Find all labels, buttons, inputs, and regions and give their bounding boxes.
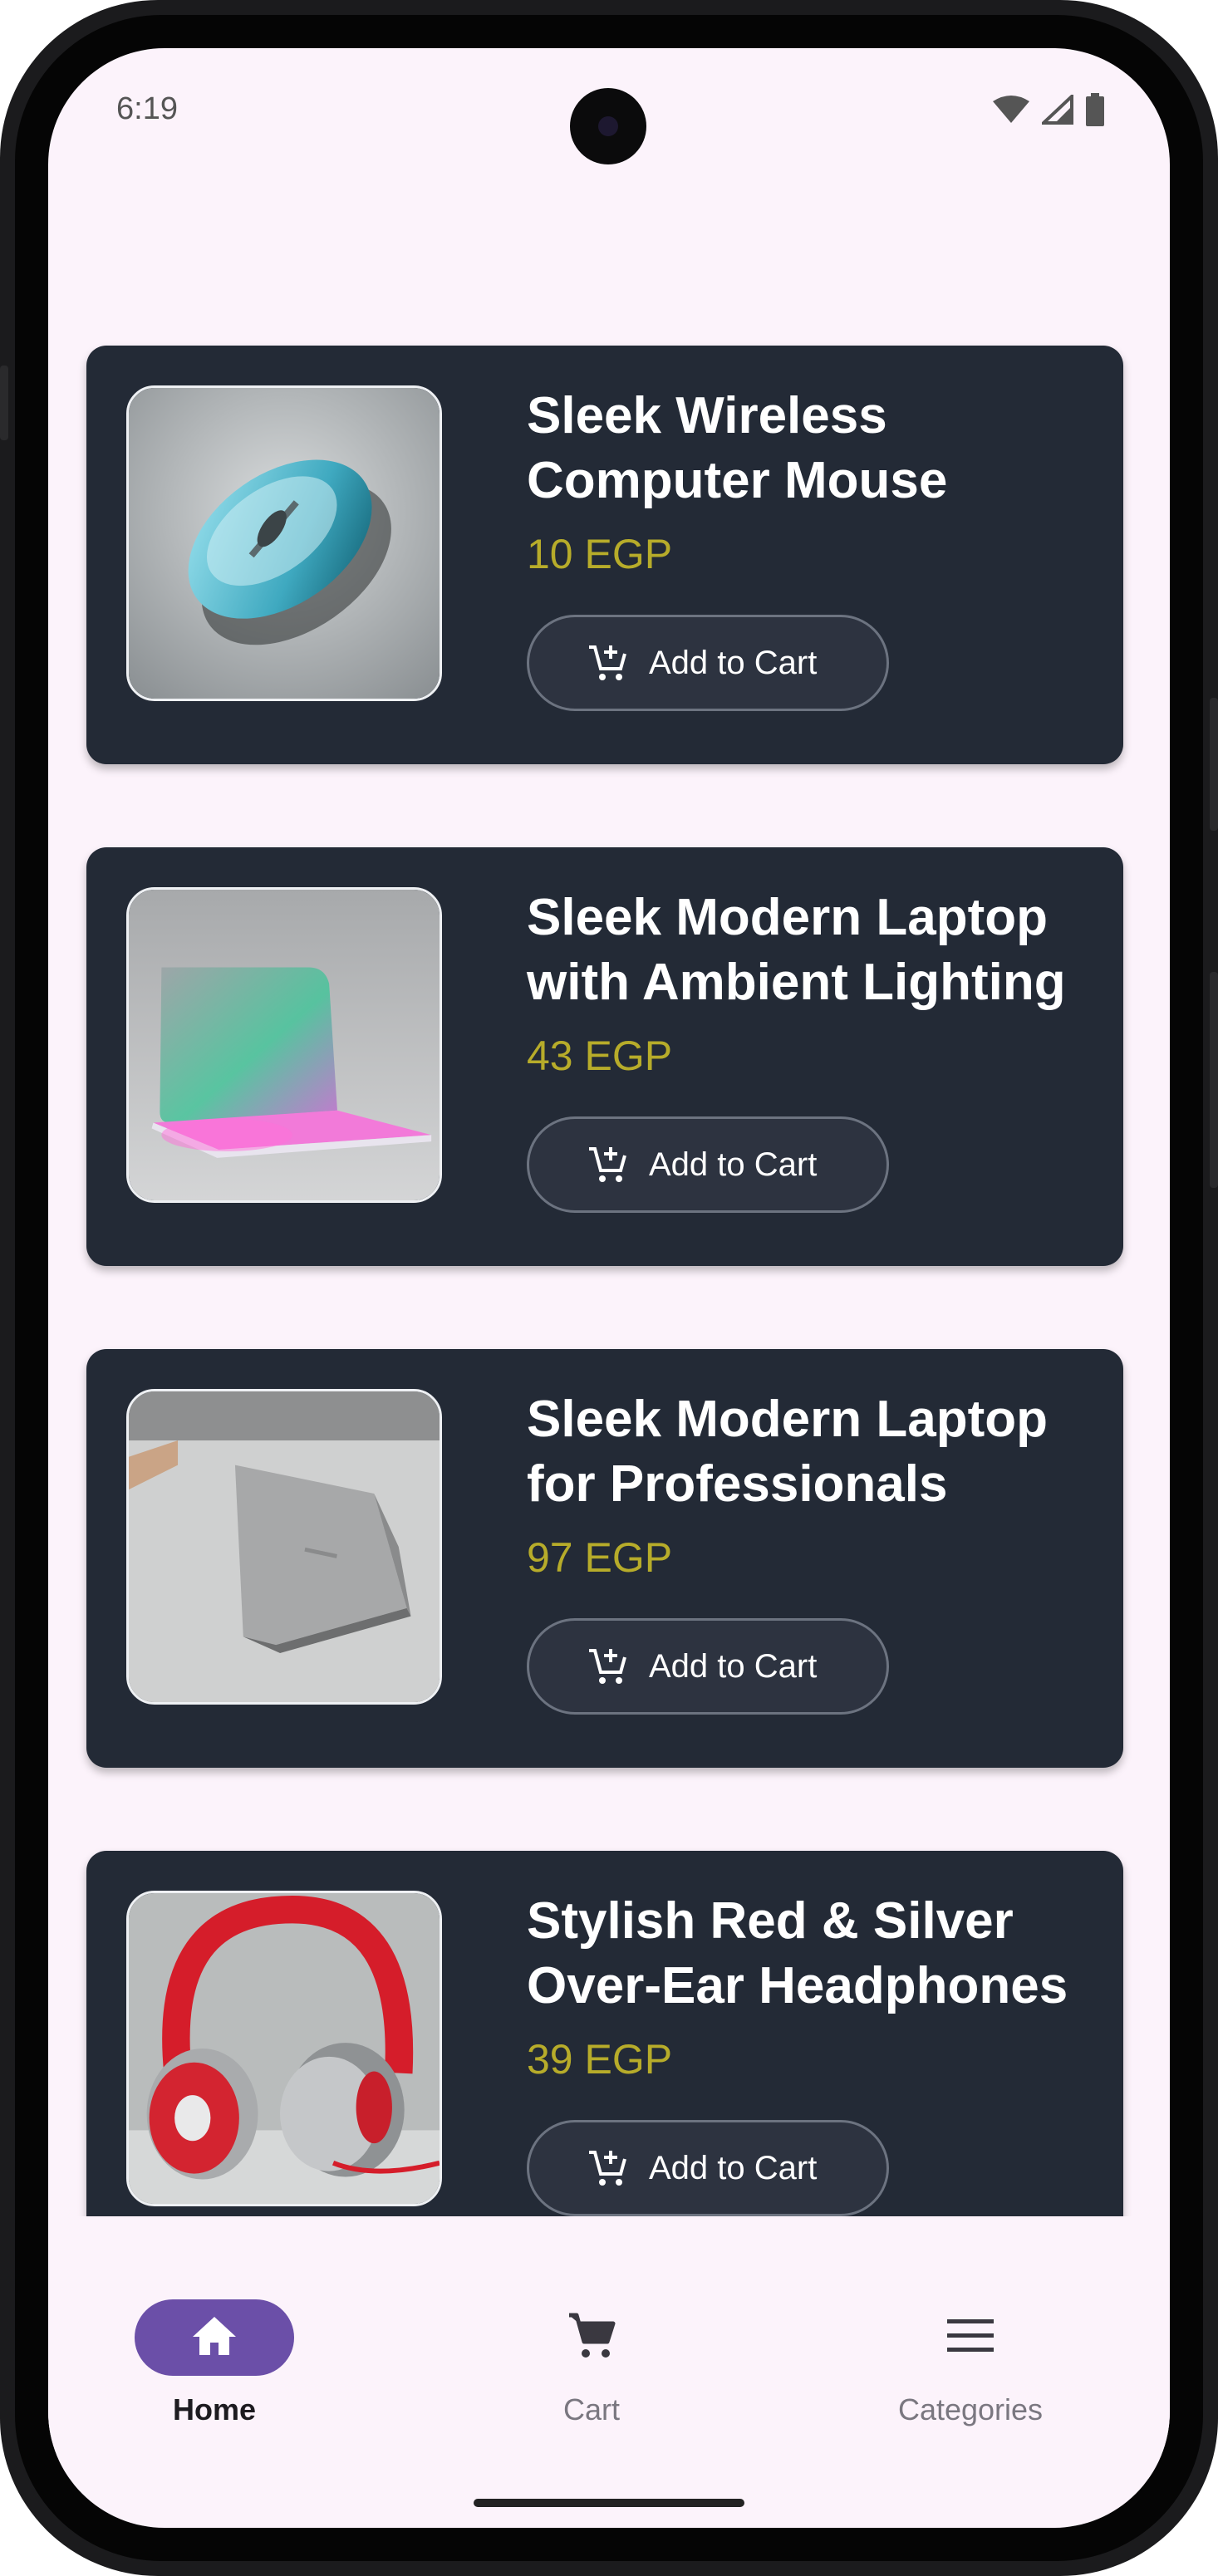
add-to-cart-label: Add to Cart xyxy=(649,644,818,681)
add-shopping-cart-icon xyxy=(587,2149,627,2187)
volume-rocker xyxy=(1210,972,1218,1188)
product-title: Sleek Modern Laptop with Ambient Lightin… xyxy=(527,889,1066,1011)
volume-button xyxy=(0,366,8,440)
add-to-cart-button[interactable]: Add to Cart xyxy=(527,1116,889,1213)
nav-item-cart[interactable]: Cart xyxy=(454,2299,720,2449)
product-title: Stylish Red & Silver Over-Ear Headphones xyxy=(527,1892,1068,2014)
nav-label-categories: Categories xyxy=(897,2392,1044,2426)
add-to-cart-label: Add to Cart xyxy=(649,1146,818,1183)
add-shopping-cart-icon xyxy=(587,1647,627,1685)
nav-label-home: Home xyxy=(172,2392,257,2426)
nav-icon-holder xyxy=(891,2299,1050,2376)
add-shopping-cart-icon xyxy=(587,1146,627,1184)
home-icon xyxy=(191,2315,238,2361)
power-button xyxy=(1210,698,1218,831)
battery-icon xyxy=(1085,93,1105,126)
wifi-icon xyxy=(992,95,1030,125)
product-list[interactable]: Sleek Wireless Computer Mouse 10 EGP Add… xyxy=(48,322,1170,2216)
add-to-cart-button[interactable]: Add to Cart xyxy=(527,615,889,711)
add-to-cart-button[interactable]: Add to Cart xyxy=(527,1618,889,1715)
product-card[interactable]: Sleek Modern Laptop for Professionals 97… xyxy=(86,1349,1123,1768)
front-camera xyxy=(570,88,646,164)
product-title: Sleek Wireless Computer Mouse xyxy=(527,387,948,509)
product-price: 10 EGP xyxy=(527,531,673,577)
add-to-cart-button[interactable]: Add to Cart xyxy=(527,2120,889,2216)
product-image-headphones xyxy=(126,1891,442,2206)
status-icons xyxy=(992,93,1105,126)
status-time: 6:19 xyxy=(116,91,178,126)
menu-icon xyxy=(947,2318,994,2357)
app-screen: 6:19 Sleek Wireless Computer Mouse 10 EG… xyxy=(48,48,1170,2528)
nav-item-home[interactable]: Home xyxy=(76,2299,342,2449)
product-price: 97 EGP xyxy=(527,1534,673,1581)
add-shopping-cart-icon xyxy=(587,644,627,682)
product-price: 39 EGP xyxy=(527,2036,673,2083)
nav-item-categories[interactable]: Categories xyxy=(832,2299,1098,2449)
cart-icon xyxy=(567,2312,616,2364)
home-indicator-bar[interactable] xyxy=(474,2499,744,2507)
product-price: 43 EGP xyxy=(527,1033,673,1079)
add-to-cart-label: Add to Cart xyxy=(649,2149,818,2186)
product-title: Sleek Modern Laptop for Professionals xyxy=(527,1391,1048,1513)
add-to-cart-label: Add to Cart xyxy=(649,1647,818,1685)
product-image-laptop-rgb xyxy=(126,887,442,1203)
product-card[interactable]: Sleek Modern Laptop with Ambient Lightin… xyxy=(86,847,1123,1266)
bottom-navigation: Home Cart Categories xyxy=(48,2273,1170,2479)
product-image-laptop-silver xyxy=(126,1389,442,1705)
product-card[interactable]: Sleek Wireless Computer Mouse 10 EGP Add… xyxy=(86,346,1123,764)
signal-icon xyxy=(1042,95,1073,125)
nav-label-cart: Cart xyxy=(562,2392,620,2426)
product-card[interactable]: Stylish Red & Silver Over-Ear Headphones… xyxy=(86,1851,1123,2216)
nav-selected-indicator xyxy=(135,2299,294,2376)
nav-icon-holder xyxy=(512,2299,671,2376)
product-image-mouse xyxy=(126,385,442,701)
